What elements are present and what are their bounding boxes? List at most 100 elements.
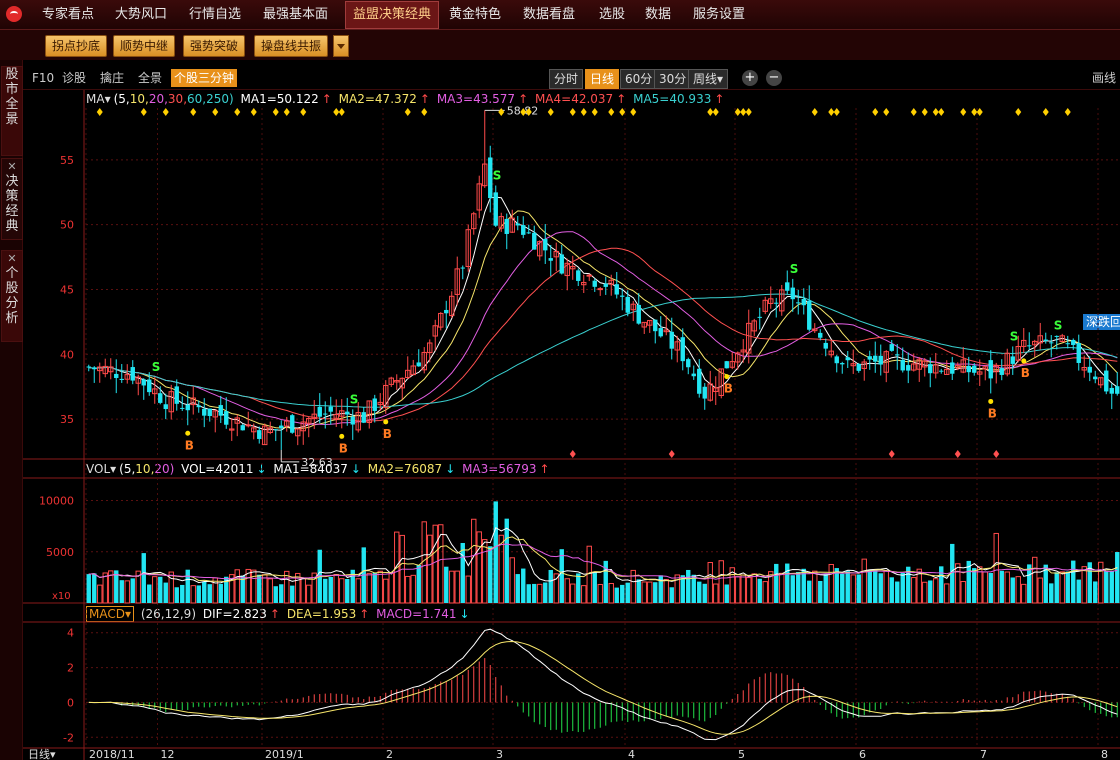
candle-body [185, 404, 190, 411]
candle-body [625, 296, 630, 313]
volume-bar [751, 573, 757, 604]
candle-body [147, 379, 152, 393]
signal-diamond [976, 108, 983, 116]
stock-chart[interactable]: 354045505558.8232.63BBBBBBSSSSSS50001000… [0, 0, 1120, 760]
volume-bar [196, 585, 201, 603]
volume-bar [504, 518, 509, 603]
candle-body [686, 359, 691, 368]
macd-tick-label: 0 [67, 696, 74, 709]
buy-signal: B [339, 441, 348, 455]
candle-body [1104, 370, 1109, 392]
signal-diamond [234, 108, 241, 116]
signal-diamond [421, 108, 428, 116]
volume-bar [933, 578, 939, 604]
panel-divider [23, 89, 1120, 90]
x-axis-label: 2018/11 [89, 748, 135, 760]
volume-bar [889, 577, 894, 603]
volume-bar [493, 501, 498, 603]
candle-body [614, 284, 619, 295]
bottom-marker [569, 450, 576, 458]
candle-body [1043, 339, 1048, 341]
volume-bar [718, 560, 724, 604]
signal-diamond [272, 108, 279, 116]
volume-bar [972, 568, 977, 603]
volume-bar [454, 570, 460, 604]
volume-bar [1065, 571, 1070, 603]
candle-body [867, 356, 872, 360]
buy-dot [1021, 358, 1027, 364]
volume-bar [1059, 571, 1065, 604]
signal-diamond [591, 108, 598, 116]
x-axis-label: 4 [628, 748, 635, 760]
volume-bar [427, 534, 433, 604]
candle-body [1071, 339, 1076, 345]
volume-bar [383, 578, 389, 604]
candle-body [290, 415, 295, 433]
volume-bar [1109, 571, 1114, 603]
period-selector[interactable]: 日线▾ [28, 747, 56, 760]
volume-bar [620, 584, 625, 603]
sell-signal: S [790, 262, 799, 276]
volume-bar [333, 574, 339, 604]
volume-bar [746, 577, 752, 604]
signal-diamond [300, 108, 307, 116]
signal-diamond [190, 108, 197, 116]
candle-body [697, 368, 702, 394]
price-tick-label: 55 [60, 154, 74, 167]
candle-body [141, 379, 146, 386]
volume-bar [735, 576, 741, 604]
volume-bar [796, 571, 801, 603]
candle-body [966, 365, 971, 373]
volume-bar [691, 574, 696, 603]
candle-body [493, 192, 498, 226]
signal-diamond [883, 108, 890, 116]
volume-bar [218, 583, 223, 603]
volume-bar [482, 539, 488, 604]
volume-bar [774, 563, 779, 603]
candle-body [845, 357, 850, 361]
candle-body [592, 280, 597, 287]
volume-bar [608, 583, 614, 604]
signal-diamond [932, 108, 939, 116]
buy-dot [988, 398, 994, 404]
signal-diamond [250, 108, 257, 116]
volume-bar [1015, 576, 1021, 604]
signal-diamond [96, 108, 103, 116]
volume-bar [526, 584, 531, 603]
volume-bar [152, 576, 158, 604]
candle-body [774, 302, 779, 304]
candle-body [416, 362, 421, 367]
candle-body [1054, 335, 1059, 337]
candle-body [361, 412, 366, 423]
x-axis-label: 6 [859, 748, 866, 760]
buy-dot [724, 374, 730, 380]
vol-tick-label: 5000 [46, 546, 74, 559]
vol-ma3-line [88, 543, 1118, 580]
buy-dot [185, 430, 191, 436]
candle-body [636, 304, 641, 324]
candle-body [444, 309, 449, 314]
candle-body [895, 354, 900, 356]
volume-bar [740, 574, 746, 604]
signal-diamond [833, 108, 840, 116]
x-axis-label: 3 [496, 748, 503, 760]
volume-bar [625, 582, 630, 603]
volume-bar [449, 570, 455, 604]
volume-bar [586, 545, 592, 604]
volume-bar [366, 572, 372, 604]
candle-body [119, 378, 124, 380]
volume-bar [86, 574, 91, 603]
x-axis-label: 2 [386, 748, 393, 760]
volume-bar [323, 578, 328, 603]
signal-diamond [910, 108, 917, 116]
buy-signal: B [1021, 366, 1030, 380]
x-axis-label: 12 [161, 748, 175, 760]
candle-body [202, 408, 207, 416]
volume-bar [1021, 583, 1027, 604]
signal-diamond [498, 108, 505, 116]
vol-unit-label: x10 [52, 591, 71, 602]
signal-diamond [811, 108, 818, 116]
bottom-marker [954, 450, 961, 458]
candle-body [790, 287, 795, 300]
candle-body [669, 331, 674, 349]
